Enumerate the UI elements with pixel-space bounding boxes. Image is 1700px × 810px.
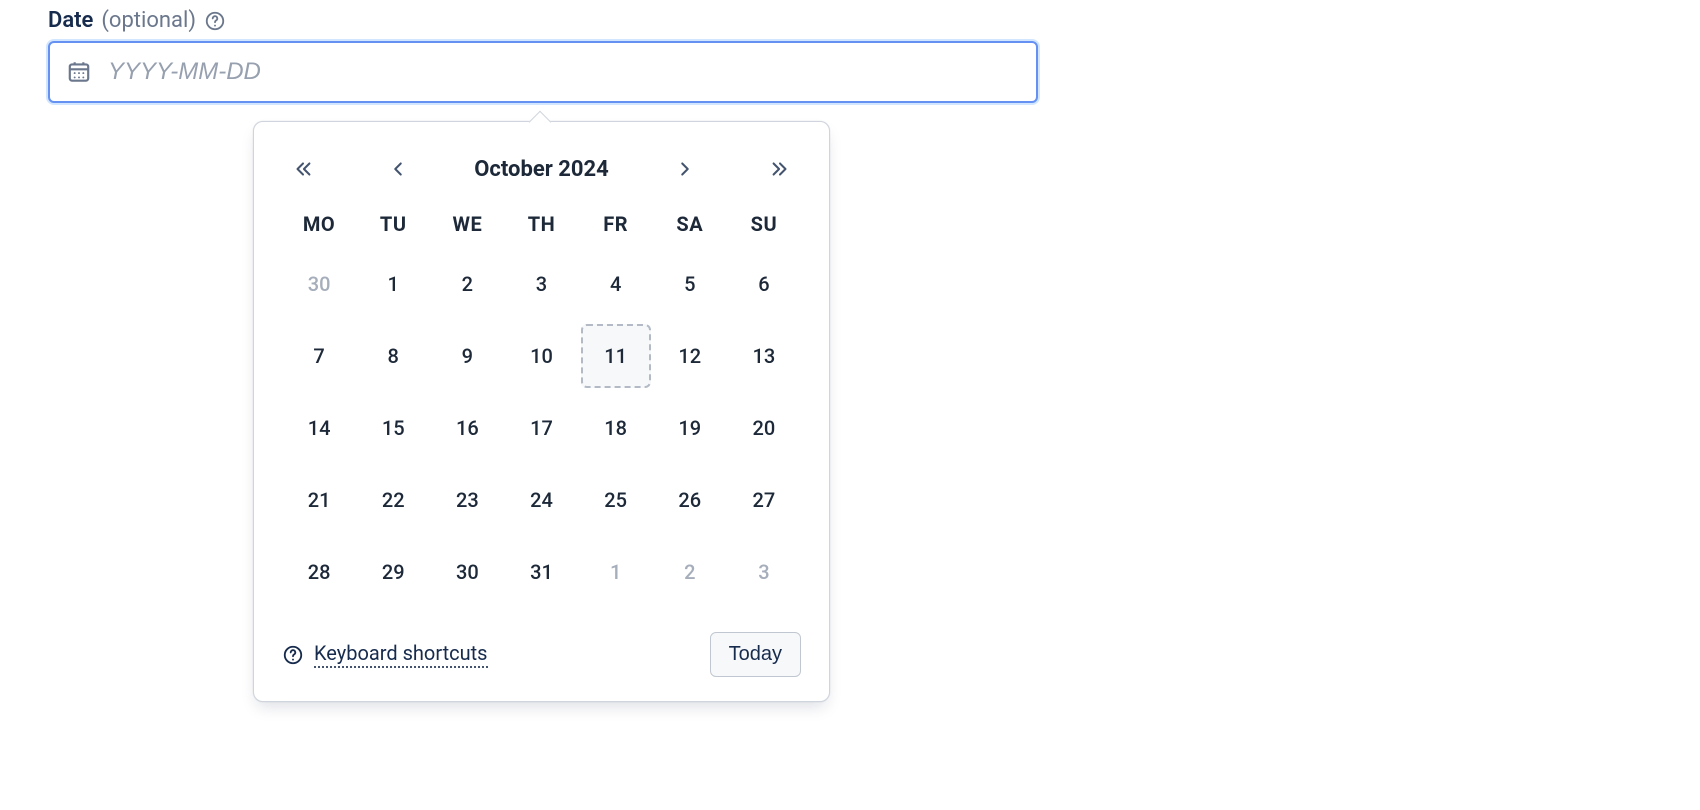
calendar-day[interactable]: 21 [282,476,356,524]
calendar-day[interactable]: 29 [356,548,430,596]
weekday-header: WE [430,212,504,236]
calendar-day[interactable]: 1 [356,260,430,308]
month-year-label[interactable]: October 2024 [474,157,608,182]
next-month-button[interactable] [666,150,704,188]
calendar-day[interactable]: 14 [282,404,356,452]
calendar-day-outside[interactable]: 2 [653,548,727,596]
calendar-day[interactable]: 3 [504,260,578,308]
calendar-day[interactable]: 26 [653,476,727,524]
next-year-button[interactable] [761,150,799,188]
calendar-day[interactable]: 24 [504,476,578,524]
field-label: Date [48,8,93,33]
calendar-day[interactable]: 7 [282,332,356,380]
calendar-day-outside[interactable]: 30 [282,260,356,308]
calendar-day[interactable]: 4 [579,260,653,308]
calendar-day[interactable]: 12 [653,332,727,380]
calendar-day[interactable]: 9 [430,332,504,380]
calendar-day[interactable]: 8 [356,332,430,380]
calendar-day[interactable]: 16 [430,404,504,452]
calendar-day[interactable]: 28 [282,548,356,596]
calendar-day[interactable]: 23 [430,476,504,524]
calendar-day[interactable]: 27 [727,476,801,524]
calendar-day[interactable]: 22 [356,476,430,524]
calendar-day[interactable]: 19 [653,404,727,452]
calendar-day[interactable]: 18 [579,404,653,452]
field-optional-label: (optional) [101,8,196,33]
calendar-day[interactable]: 31 [504,548,578,596]
calendar-day-outside[interactable]: 1 [579,548,653,596]
weekday-header: TH [504,212,578,236]
today-button[interactable]: Today [710,632,801,677]
keyboard-shortcuts-link[interactable]: Keyboard shortcuts [282,641,488,668]
keyboard-shortcuts-label: Keyboard shortcuts [314,641,488,668]
prev-year-button[interactable] [284,150,322,188]
calendar-day-outside[interactable]: 3 [727,548,801,596]
date-input-wrapper[interactable] [48,41,1038,103]
date-input[interactable] [106,57,1020,87]
weekday-header: SA [653,212,727,236]
calendar-day[interactable]: 13 [727,332,801,380]
calendar-icon [66,59,92,85]
weekday-header: SU [727,212,801,236]
calendar-day[interactable]: 15 [356,404,430,452]
calendar-day[interactable]: 10 [504,332,578,380]
help-icon[interactable] [204,10,226,32]
calendar-day[interactable]: 25 [579,476,653,524]
calendar-grid: MOTUWETHFRSASU30123456789101112131415161… [282,212,801,596]
popover-arrow [529,111,552,134]
prev-month-button[interactable] [379,150,417,188]
weekday-header: FR [579,212,653,236]
weekday-header: TU [356,212,430,236]
weekday-header: MO [282,212,356,236]
field-label-row: Date (optional) [48,8,1652,33]
calendar-day[interactable]: 6 [727,260,801,308]
calendar-day[interactable]: 20 [727,404,801,452]
calendar-day[interactable]: 17 [504,404,578,452]
calendar-day[interactable]: 2 [430,260,504,308]
calendar-day[interactable]: 30 [430,548,504,596]
date-picker-popover: October 2024 MOTUWETHFRSASU3012345678910… [253,121,830,702]
calendar-day-today[interactable]: 11 [581,324,651,388]
calendar-day[interactable]: 5 [653,260,727,308]
